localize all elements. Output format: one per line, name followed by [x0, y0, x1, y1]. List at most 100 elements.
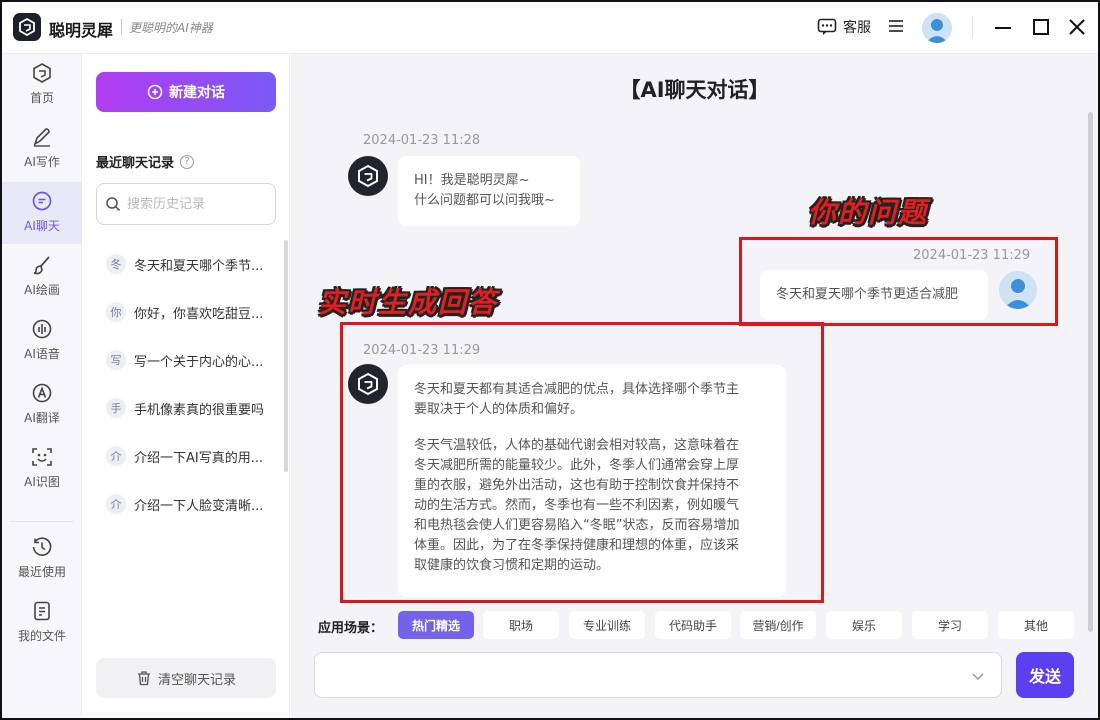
- scene-label: 应用场景：: [318, 621, 384, 636]
- history-item-badge: 介: [106, 494, 126, 514]
- new-chat-label: 新建对话: [169, 84, 225, 100]
- history-item[interactable]: 冬冬天和夏天哪个季节...: [82, 240, 290, 288]
- chat-scrollbar[interactable]: [1088, 112, 1093, 632]
- pen-icon: [33, 128, 50, 147]
- history-heading: 最近聊天记录 ?: [96, 152, 195, 171]
- nav-label: AI翻译: [24, 411, 60, 425]
- message-timestamp: 2024-01-23 11:28: [363, 133, 481, 148]
- history-item-text: 手机像素真的很重要吗: [134, 402, 265, 418]
- nav-label: 我的文件: [17, 629, 66, 643]
- message-line: 冬天气温较低，人体的基础代谢会相对较高，这意味着在: [414, 438, 740, 453]
- bot-message-bubble: 冬天和夏天都有其适合减肥的优点，具体选择哪个季节主 要取决于个人的体质和偏好。 …: [398, 365, 786, 597]
- message-input-box: [314, 652, 1002, 698]
- history-scrollbar[interactable]: [284, 240, 288, 472]
- window-controls-divider: [972, 16, 973, 38]
- message-line: 重的衣服，避免外出活动，这也有助于控制饮食并保持不: [414, 478, 740, 493]
- app-slogan: 更聪明的AI神器: [129, 21, 213, 35]
- scene-tab-marketing[interactable]: 营销/创作: [740, 611, 816, 639]
- history-item-text: 写一个关于内心的心...: [134, 354, 264, 370]
- user-avatar-top[interactable]: [922, 13, 952, 43]
- chat-icon: [32, 191, 52, 211]
- history-item-badge: 冬: [106, 254, 126, 274]
- translate-icon: [32, 383, 52, 403]
- nav-divider: [10, 521, 74, 522]
- user-message-bubble: 冬天和夏天哪个季节更适合减肥: [760, 270, 988, 320]
- brush-icon: [33, 256, 50, 275]
- image-recognition-icon: [32, 448, 52, 466]
- answer-paragraph: 冬天和夏天都有其适合减肥的优点，具体选择哪个季节主 要取决于个人的体质和偏好。: [414, 380, 770, 420]
- history-item-badge: 手: [106, 398, 126, 418]
- message-line: 取健康的饮食习惯和定期的运动。: [414, 558, 610, 573]
- history-item[interactable]: 介介绍一下AI写真的用...: [82, 432, 290, 480]
- clock-icon: [32, 537, 52, 556]
- scene-tab-workplace[interactable]: 职场: [483, 611, 559, 639]
- scene-tab-code[interactable]: 代码助手: [655, 611, 731, 639]
- title-divider: [121, 19, 122, 35]
- nav-item-ai-painting[interactable]: AI绘画: [2, 246, 82, 308]
- maximize-icon: [1033, 19, 1049, 35]
- nav-item-ai-translate[interactable]: AI翻译: [2, 374, 82, 436]
- answer-paragraph: 冬天气温较低，人体的基础代谢会相对较高，这意味着在 冬天减肥所需的能量较少。此外…: [414, 436, 770, 576]
- voice-icon: [32, 319, 52, 339]
- scene-tab-study[interactable]: 学习: [912, 611, 988, 639]
- nav-item-recent[interactable]: 最近使用: [2, 528, 82, 590]
- clear-history-button[interactable]: 清空聊天记录: [96, 658, 276, 698]
- scene-tab-other[interactable]: 其他: [998, 611, 1074, 639]
- message-input[interactable]: [325, 665, 955, 687]
- customer-service-label: 客服: [843, 20, 871, 36]
- bot-avatar-icon: [348, 364, 388, 404]
- message-line: 什么问题都可以问我哦~: [414, 193, 555, 208]
- history-item[interactable]: 你你好，你喜欢吃甜豆...: [82, 288, 290, 336]
- nav-label: 首页: [29, 91, 54, 105]
- scene-tab-hot[interactable]: 热门精选: [398, 611, 474, 639]
- chat-area: 【AI聊天对话】 2024-01-23 11:28 HI！我是聪明灵犀~ 什么问…: [291, 54, 1098, 718]
- scene-tab-training[interactable]: 专业训练: [569, 611, 645, 639]
- history-list: 冬冬天和夏天哪个季节... 你你好，你喜欢吃甜豆... 写写一个关于内心的心..…: [82, 240, 290, 528]
- history-item[interactable]: 介介绍一下人脸变清晰...: [82, 480, 290, 528]
- history-item-text: 冬天和夏天哪个季节...: [134, 258, 264, 274]
- menu-button[interactable]: [887, 17, 907, 37]
- annotation-answer-label: 实时生成回答: [318, 286, 499, 319]
- file-icon: [34, 601, 50, 621]
- message-line: 体重。因此，为了在冬季保持健康和理想的体重，应该采: [414, 538, 740, 553]
- nav-label: AI语音: [24, 347, 60, 361]
- app-window: 聪明灵犀 更聪明的AI神器 客服 首页 AI写作 AI聊天 AI绘画 AI语音 …: [0, 0, 1100, 720]
- app-logo-icon: [13, 13, 41, 41]
- history-item-text: 介绍一下人脸变清晰...: [134, 498, 264, 514]
- customer-service-icon: [817, 18, 837, 35]
- message-line: 动的生活方式。然而，冬季也有一些不利因素，例如暖气: [414, 498, 740, 513]
- plus-circle-icon: [147, 84, 163, 100]
- minimize-button[interactable]: [992, 16, 1014, 38]
- nav-item-ai-chat[interactable]: AI聊天: [2, 182, 82, 244]
- nav-label: AI聊天: [24, 219, 60, 233]
- history-item-badge: 你: [106, 302, 126, 322]
- message-text: 冬天和夏天哪个季节更适合减肥: [776, 287, 959, 302]
- nav-item-ai-writing[interactable]: AI写作: [2, 118, 82, 180]
- history-item-badge: 写: [106, 350, 126, 370]
- minimize-icon: [995, 27, 1011, 29]
- user-avatar-icon: [999, 271, 1037, 309]
- customer-service-button[interactable]: 客服: [817, 17, 871, 37]
- send-button[interactable]: 发送: [1016, 652, 1074, 698]
- help-icon[interactable]: ?: [180, 154, 195, 169]
- scene-tab-entertainment[interactable]: 娱乐: [826, 611, 902, 639]
- nav-item-ai-image-recognition[interactable]: AI识图: [2, 438, 82, 500]
- annotation-question-label: 你的问题: [808, 196, 929, 229]
- bot-message-bubble: HI！我是聪明灵犀~ 什么问题都可以问我哦~: [398, 156, 580, 226]
- chevron-down-icon[interactable]: [970, 668, 986, 684]
- nav-item-ai-voice[interactable]: AI语音: [2, 310, 82, 372]
- new-chat-button[interactable]: 新建对话: [96, 72, 276, 112]
- main-nav: 首页 AI写作 AI聊天 AI绘画 AI语音 AI翻译 AI识图 最近使用 我的…: [2, 54, 82, 718]
- close-button[interactable]: [1066, 16, 1088, 38]
- history-item[interactable]: 写写一个关于内心的心...: [82, 336, 290, 384]
- nav-item-my-files[interactable]: 我的文件: [2, 592, 82, 654]
- history-item-text: 你好，你喜欢吃甜豆...: [134, 306, 264, 322]
- maximize-button[interactable]: [1030, 16, 1052, 38]
- hamburger-menu-icon: [889, 20, 903, 32]
- history-item[interactable]: 手手机像素真的很重要吗: [82, 384, 290, 432]
- chat-title: 【AI聊天对话】: [619, 78, 770, 102]
- message-line: 要取决于个人的体质和偏好。: [414, 402, 584, 417]
- nav-item-home[interactable]: 首页: [2, 54, 82, 116]
- message-line: 冬天减肥所需的能量较少。此外，冬季人们通常会穿上厚: [414, 458, 740, 473]
- history-search-input[interactable]: [127, 196, 267, 212]
